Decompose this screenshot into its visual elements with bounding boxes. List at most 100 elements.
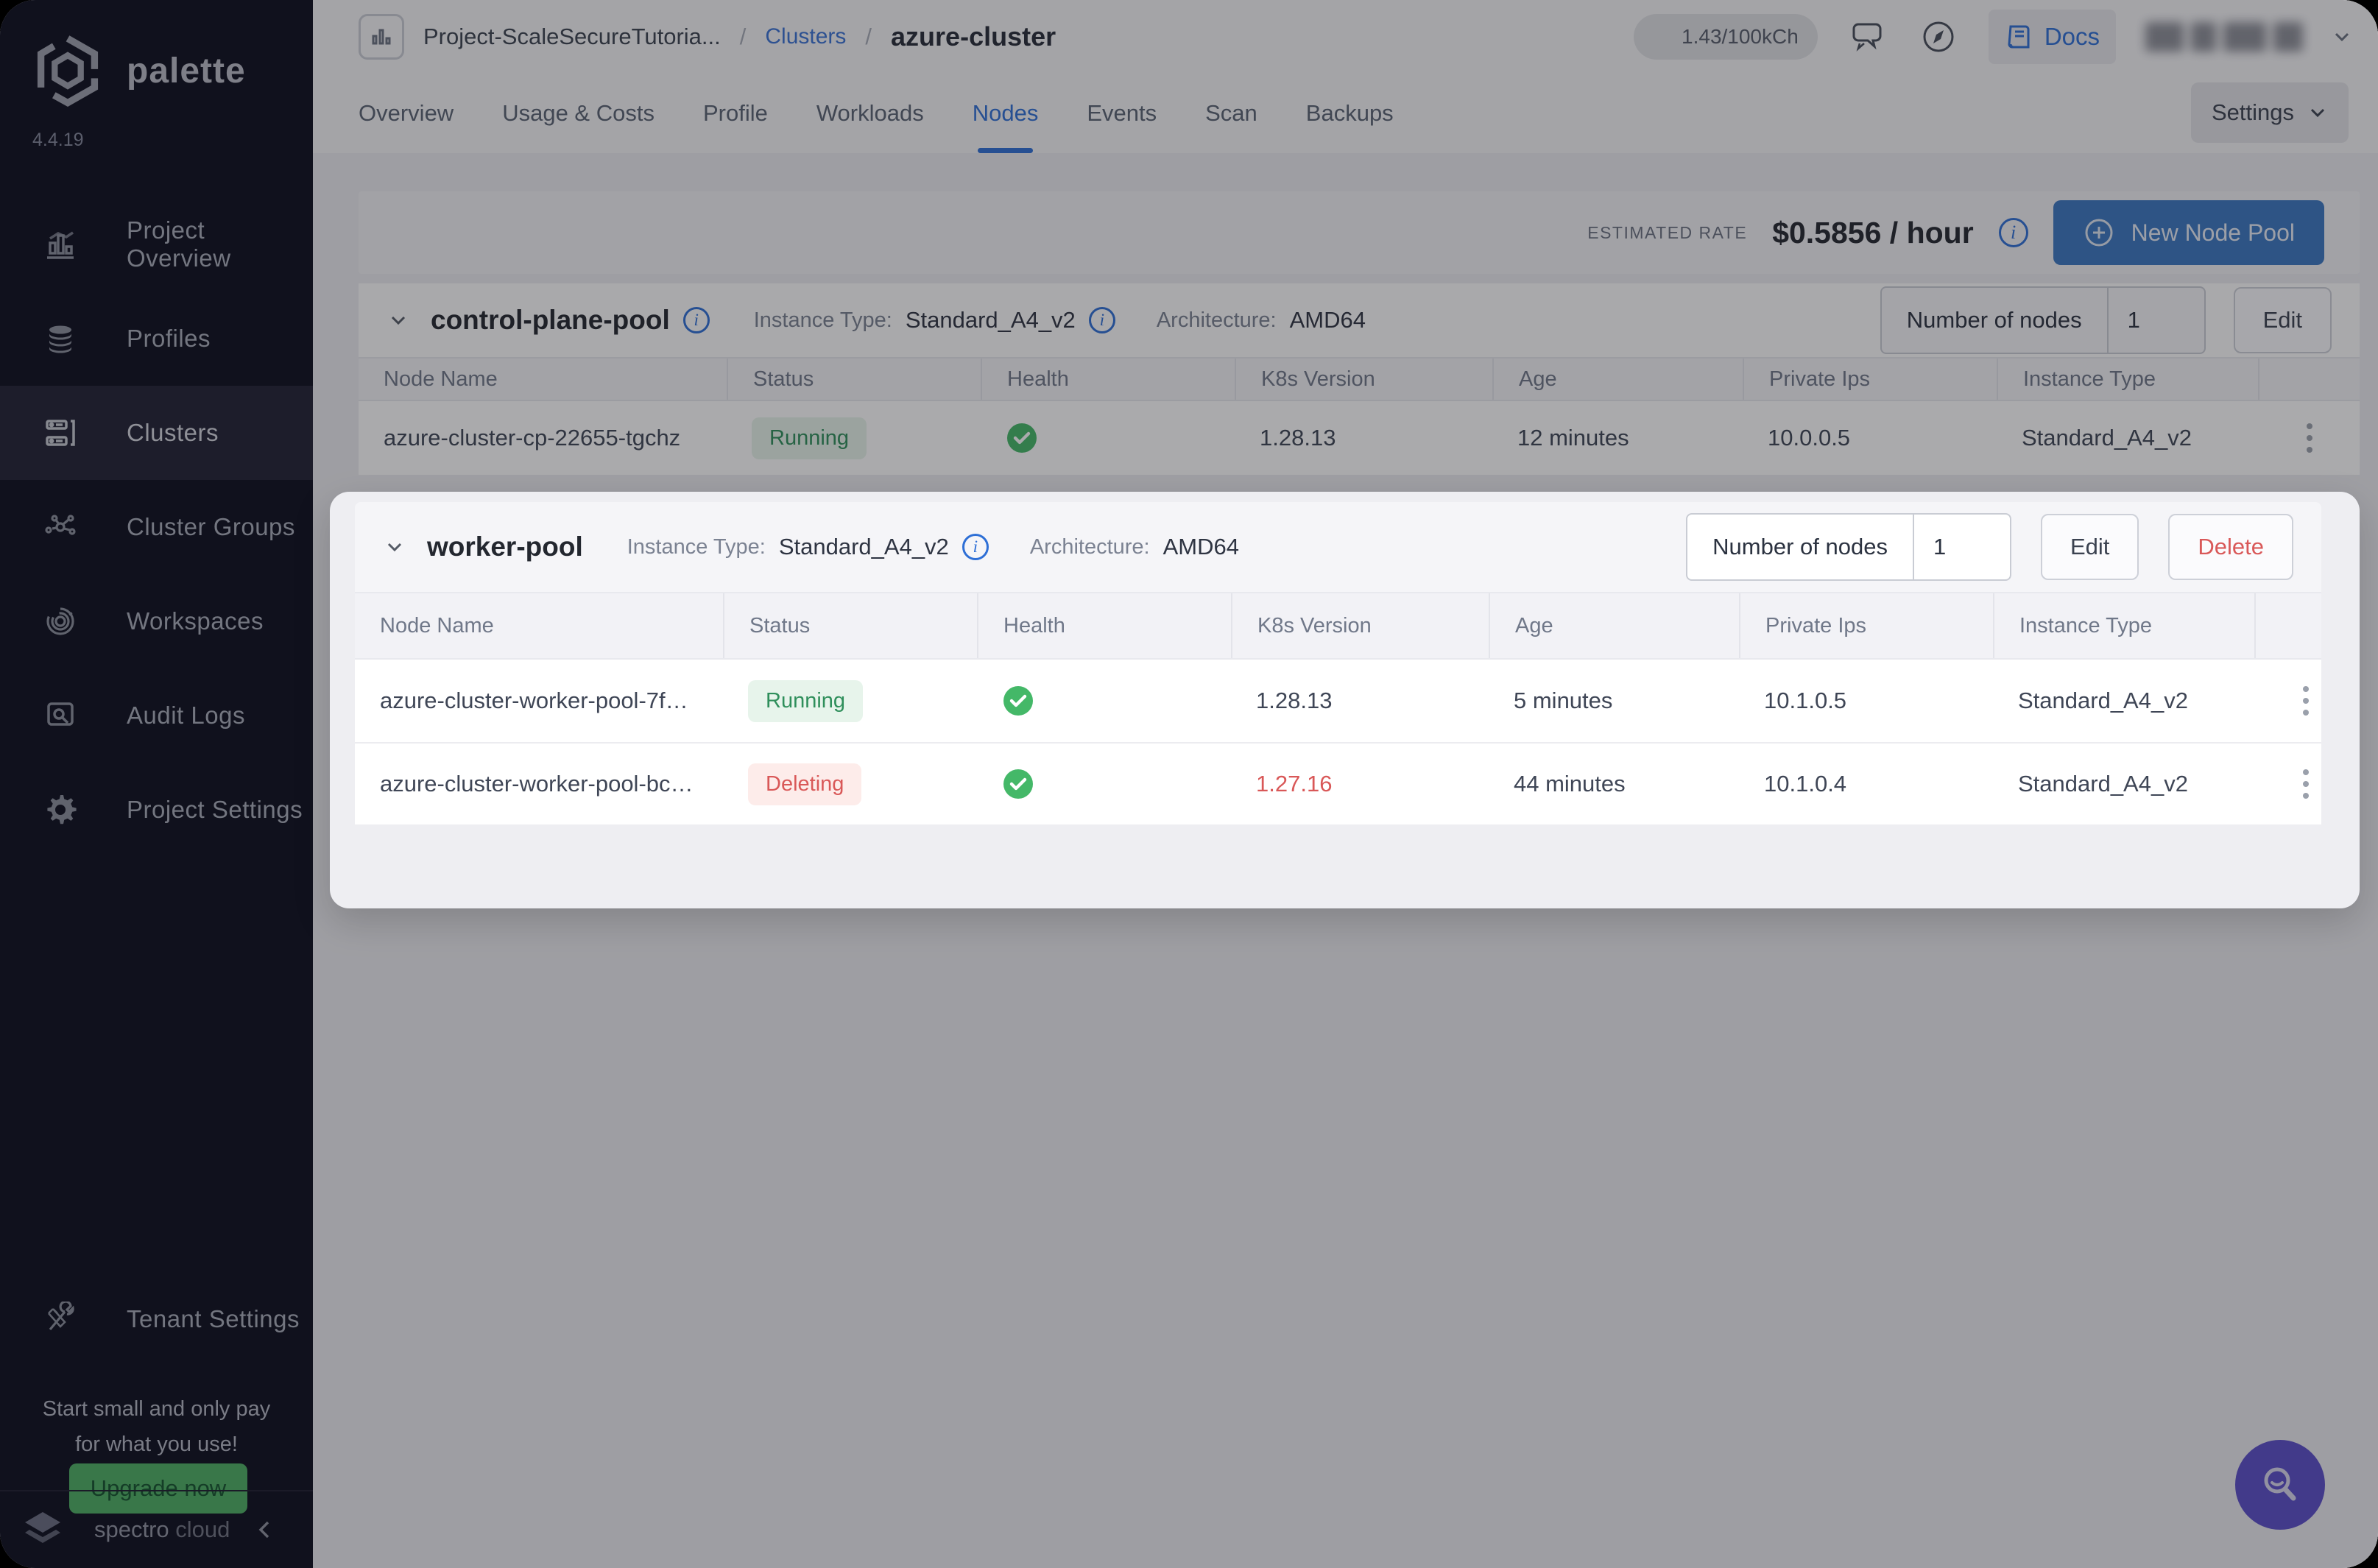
instance-type-label: Instance Type: [627,534,766,559]
brand-name: palette [127,51,246,91]
help-search-fab[interactable] [2235,1440,2325,1530]
edit-pool-button[interactable]: Edit [2233,287,2332,353]
number-of-nodes-label: Number of nodes [1687,515,1914,579]
info-icon[interactable]: i [1998,218,2028,247]
col-status: Status [723,593,977,658]
row-actions-kebab-icon[interactable] [2287,416,2332,460]
breadcrumb-separator: / [865,24,872,49]
bar-chart-icon [47,231,74,259]
node-name: azure-cluster-worker-pool-bc… [380,771,694,797]
sidebar-item-clusters[interactable]: Clusters [0,386,313,480]
collapse-pool-icon[interactable] [385,307,412,333]
col-instance-type: Instance Type [1997,359,2258,400]
architecture-value: AMD64 [1162,534,1239,559]
sidebar-item-workspaces[interactable]: Workspaces [0,574,313,668]
project-icon [359,14,404,60]
upgrade-promo-text: Start small and only pay for what you us… [42,1397,271,1456]
k8s-version: 1.28.13 [1260,425,1336,451]
estimated-rate-value: $0.5856 / hour [1772,215,1974,250]
tab-events[interactable]: Events [1087,74,1157,153]
sidebar-item-label: Project Settings [127,796,303,823]
breadcrumb-clusters-link[interactable]: Clusters [765,24,846,49]
topbar-actions: 1.43/100kCh Docs [1633,10,2351,64]
instance-type: Standard_A4_v2 [2018,688,2188,713]
node-age: 12 minutes [1517,425,1629,451]
docs-label: Docs [2044,23,2100,50]
delete-pool-button[interactable]: Delete [2168,514,2293,580]
new-node-pool-button[interactable]: New Node Pool [2053,200,2324,265]
chevron-down-icon[interactable] [2332,27,2351,46]
col-instance-type: Instance Type [1993,593,2254,658]
col-private-ips: Private Ips [1743,359,1997,400]
private-ip: 10.1.0.4 [1764,771,1847,797]
sidebar-item-label: Workspaces [127,607,264,635]
tab-workloads[interactable]: Workloads [816,74,924,153]
audit-search-icon [47,702,74,726]
col-node-name: Node Name [384,367,498,391]
col-age: Age [1492,359,1743,400]
screen: palette 4.4.19 Project Overview Profiles [0,0,2378,1568]
plus-circle-icon [2085,219,2113,247]
k8s-version: 1.28.13 [1256,688,1333,713]
control-plane-pool-header: control-plane-pool i Instance Type: Stan… [359,283,2360,357]
estimated-rate-bar: ESTIMATED RATE $0.5856 / hour i New Node… [359,191,2360,274]
collapse-sidebar-icon[interactable] [254,1519,276,1541]
instance-type-label: Instance Type: [753,308,892,332]
magnifier-smile-icon [2264,1467,2296,1501]
user-account-redacted[interactable] [2145,22,2303,52]
sidebar-tenant-group: Tenant Settings [0,1272,313,1366]
col-k8s-version: K8s Version [1235,359,1492,400]
chat-icon[interactable] [1847,16,1888,57]
col-age: Age [1489,593,1739,658]
docs-button[interactable]: Docs [1988,10,2116,64]
info-icon[interactable]: i [682,307,710,333]
control-plane-pool-card: control-plane-pool i Instance Type: Stan… [359,283,2360,475]
gear-icon [47,795,77,824]
col-actions [2254,593,2321,658]
edit-pool-button[interactable]: Edit [2040,514,2139,580]
number-of-nodes-label: Number of nodes [1882,288,2109,353]
main-area: Project-ScaleSecureTutoria... / Clusters… [313,0,2378,1568]
worker-pool-spotlight-panel: worker-pool Instance Type: Standard_A4_v… [330,492,2360,908]
number-of-nodes-input[interactable] [2108,288,2204,353]
tab-scan[interactable]: Scan [1205,74,1257,153]
sidebar-item-project-settings[interactable]: Project Settings [0,763,313,857]
breadcrumb-project[interactable]: Project-ScaleSecureTutoria... [423,24,721,50]
col-private-ips: Private Ips [1739,593,1993,658]
private-ip: 10.1.0.5 [1764,688,1847,713]
tab-overview[interactable]: Overview [359,74,454,153]
tab-backups[interactable]: Backups [1306,74,1394,153]
info-icon[interactable]: i [1088,307,1115,333]
orbit-icon [46,607,74,635]
tab-profile[interactable]: Profile [703,74,768,153]
sidebar-item-project-overview[interactable]: Project Overview [0,197,313,292]
number-of-nodes-input[interactable] [1913,515,2010,579]
sidebar-item-tenant-settings[interactable]: Tenant Settings [0,1272,313,1366]
tab-usage-costs[interactable]: Usage & Costs [502,74,655,153]
estimated-rate-label: ESTIMATED RATE [1587,222,1748,242]
status-badge: Running [752,417,867,459]
sidebar-item-audit-logs[interactable]: Audit Logs [0,668,313,763]
pool-name: control-plane-pool [431,305,670,335]
table-row: azure-cluster-cp-22655-tgchz Running 1.2… [359,401,2360,475]
table-header-row: Node Name Status Health K8s Version Age … [355,592,2321,660]
settings-button[interactable]: Settings [2191,82,2349,143]
health-ok-icon [1003,686,1033,716]
breadcrumb-cluster-name: azure-cluster [891,21,1056,52]
sidebar-item-label: Profiles [127,325,211,352]
node-name: azure-cluster-worker-pool-7f… [380,688,688,713]
sidebar-item-profiles[interactable]: Profiles [0,292,313,386]
info-icon[interactable]: i [962,534,989,560]
k8s-version: 1.27.16 [1256,771,1333,797]
app-version: 4.4.19 [32,130,84,150]
footer-brand: spectro cloud [94,1516,230,1542]
collapse-pool-icon[interactable] [381,534,408,560]
row-actions-kebab-icon[interactable] [2284,762,2328,806]
node-age: 44 minutes [1514,771,1626,797]
worker-pool-header: worker-pool Instance Type: Standard_A4_v… [355,502,2321,592]
compass-icon[interactable] [1918,16,1959,57]
sidebar-item-cluster-groups[interactable]: Cluster Groups [0,480,313,574]
row-actions-kebab-icon[interactable] [2284,679,2328,723]
tab-nodes[interactable]: Nodes [973,74,1038,153]
sidebar-item-label: Clusters [127,419,219,446]
